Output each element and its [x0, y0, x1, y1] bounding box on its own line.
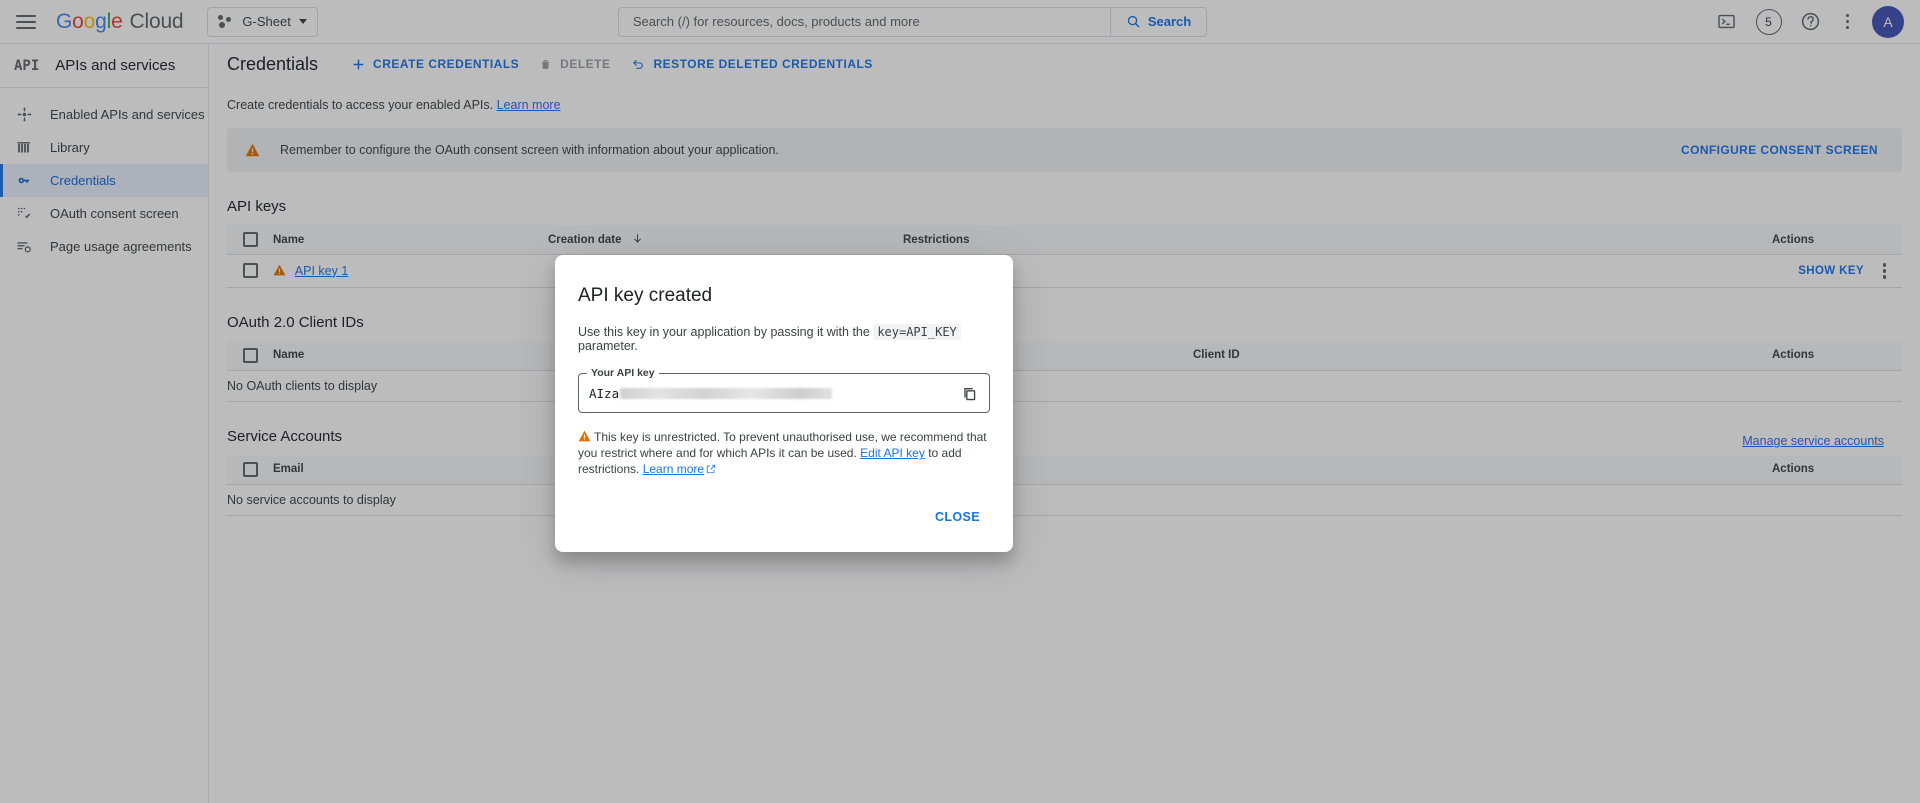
api-key-value-prefix: AIza [589, 385, 620, 401]
warning-learn-more-link[interactable]: Learn more [643, 462, 704, 476]
api-key-field-label: Your API key [587, 367, 659, 379]
api-key-value: AIza [589, 386, 957, 401]
page-root: Google Cloud G-Sheet Search (/) for reso… [0, 0, 1920, 803]
desc-before: Use this key in your application by pass… [578, 325, 870, 339]
warning-triangle-icon [578, 430, 591, 442]
desc-after: parameter. [578, 339, 638, 353]
dialog-description: Use this key in your application by pass… [578, 324, 990, 353]
dialog-title: API key created [578, 285, 713, 306]
api-key-created-dialog: API key created Use this key in your app… [555, 255, 1013, 552]
external-link-icon [706, 465, 716, 474]
api-key-field[interactable]: Your API key AIza [578, 367, 990, 413]
desc-code: key=API_KEY [873, 324, 961, 340]
copy-icon[interactable] [957, 381, 981, 405]
warning-text-1: This key is unrestricted. To prevent una… [578, 430, 987, 461]
unrestricted-key-warning: This key is unrestricted. To prevent una… [578, 429, 990, 478]
edit-api-key-link[interactable]: Edit API key [860, 446, 925, 460]
api-key-value-redacted [620, 387, 833, 399]
dialog-actions: CLOSE [578, 478, 990, 540]
close-button[interactable]: CLOSE [925, 502, 990, 532]
